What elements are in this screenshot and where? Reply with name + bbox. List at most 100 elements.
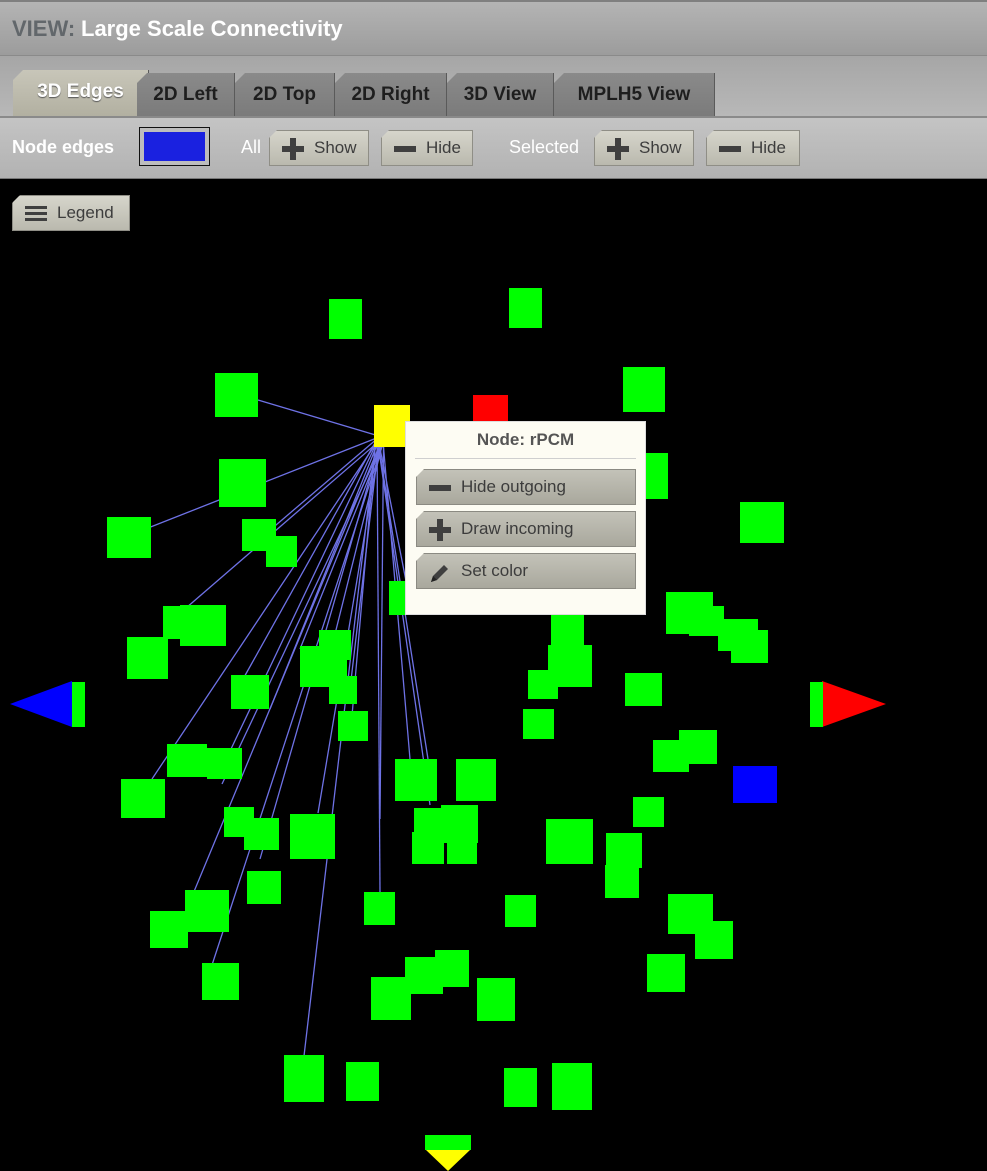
tab-2d-right[interactable]: 2D Right <box>335 73 447 116</box>
edge-toolbar: Node edges All Show Hide Selected Show H… <box>0 116 987 179</box>
brain-region-node[interactable] <box>284 1055 324 1102</box>
hide-all-label: Hide <box>426 131 461 165</box>
hide-outgoing-label: Hide outgoing <box>461 470 566 504</box>
node-context-popup: Node: rPCM Hide outgoing Draw incoming S… <box>405 421 646 615</box>
brain-region-node[interactable] <box>625 673 662 706</box>
brain-region-node[interactable] <box>646 453 668 499</box>
brain-region-node[interactable] <box>338 711 368 741</box>
brain-region-node[interactable] <box>244 818 279 850</box>
set-color-button[interactable]: Set color <box>416 553 636 589</box>
brain-region-node[interactable] <box>412 832 444 864</box>
popup-divider <box>415 458 636 459</box>
connection-edge <box>377 437 380 892</box>
popup-title: Node: rPCM <box>406 430 645 450</box>
brain-region-node[interactable] <box>695 921 733 959</box>
brain-region-node[interactable] <box>505 895 536 927</box>
brain-region-node[interactable] <box>679 730 717 764</box>
legend-button[interactable]: Legend <box>12 195 130 231</box>
left-axis-node <box>72 682 85 727</box>
brain-region-node[interactable] <box>504 1068 537 1107</box>
draw-incoming-label: Draw incoming <box>461 512 573 546</box>
minus-icon <box>394 139 416 159</box>
tab-2d-left[interactable]: 2D Left <box>137 73 235 116</box>
brain-region-node[interactable] <box>731 630 768 663</box>
right-axis-node <box>810 682 823 727</box>
bottom-axis-marker <box>426 1150 470 1171</box>
node-edges-color-picker[interactable] <box>139 127 210 166</box>
tab-bar: 3D Edges 2D Left 2D Top 2D Right 3D View… <box>0 56 987 116</box>
all-label: All <box>241 137 261 158</box>
brain-region-node[interactable] <box>231 675 269 709</box>
brain-region-node[interactable] <box>150 911 188 948</box>
tab-mplh5-view[interactable]: MPLH5 View <box>554 73 715 116</box>
brain-region-node[interactable] <box>528 670 558 699</box>
brain-region-node[interactable] <box>266 536 297 567</box>
color-swatch <box>144 132 205 161</box>
hamburger-icon <box>25 204 47 224</box>
set-color-label: Set color <box>461 554 528 588</box>
show-selected-button[interactable]: Show <box>594 130 694 166</box>
brain-region-node[interactable] <box>623 367 665 412</box>
brain-region-node[interactable] <box>605 865 639 898</box>
show-all-label: Show <box>314 131 357 165</box>
brain-region-node[interactable] <box>740 502 784 543</box>
brain-region-node[interactable] <box>546 819 593 864</box>
brain-region-node[interactable] <box>219 459 266 507</box>
brain-region-node[interactable] <box>371 977 411 1020</box>
minus-icon <box>429 478 451 498</box>
tab-3d-view[interactable]: 3D View <box>447 73 554 116</box>
brain-region-node[interactable] <box>456 759 496 801</box>
tab-3d-edges[interactable]: 3D Edges <box>13 70 149 116</box>
show-selected-label: Show <box>639 131 682 165</box>
brain-region-node[interactable] <box>329 299 362 339</box>
bottom-axis-node <box>425 1135 471 1150</box>
brain-region-node[interactable] <box>207 748 242 779</box>
draw-incoming-button[interactable]: Draw incoming <box>416 511 636 547</box>
node-edges-label: Node edges <box>12 137 114 158</box>
show-all-button[interactable]: Show <box>269 130 369 166</box>
hide-all-button[interactable]: Hide <box>381 130 473 166</box>
right-axis-marker <box>822 681 886 727</box>
brain-region-node[interactable] <box>107 517 151 558</box>
selected-label: Selected <box>509 137 579 158</box>
tab-2d-top[interactable]: 2D Top <box>235 73 335 116</box>
brain-region-node[interactable] <box>523 709 554 739</box>
brain-region-node[interactable] <box>633 797 664 827</box>
view-prefix: VIEW: <box>12 16 75 42</box>
brain-region-node[interactable] <box>185 890 229 932</box>
brain-region-node[interactable] <box>447 830 477 864</box>
pencil-icon <box>429 562 451 582</box>
brain-region-node[interactable] <box>290 814 335 859</box>
brain-region-node[interactable] <box>606 833 642 868</box>
connectivity-canvas[interactable]: Legend Node: rPCM Hide outgoing Draw inc… <box>0 179 987 1171</box>
brain-region-node[interactable] <box>477 978 515 1021</box>
hide-selected-label: Hide <box>751 131 786 165</box>
brain-region-node[interactable] <box>329 676 357 704</box>
brain-region-node[interactable] <box>509 288 542 328</box>
brain-region-node[interactable] <box>202 963 239 1000</box>
plus-icon <box>607 139 629 159</box>
brain-region-node[interactable] <box>215 373 258 417</box>
hide-outgoing-button[interactable]: Hide outgoing <box>416 469 636 505</box>
brain-region-node[interactable] <box>552 1063 592 1110</box>
brain-region-node[interactable] <box>167 744 207 777</box>
connection-edge <box>380 437 384 819</box>
brain-region-node[interactable] <box>127 637 168 679</box>
brain-region-node[interactable] <box>395 759 437 801</box>
minus-icon <box>719 139 741 159</box>
brain-region-node[interactable] <box>319 630 351 660</box>
brain-region-node[interactable] <box>435 950 469 987</box>
brain-region-node[interactable] <box>733 766 777 803</box>
brain-region-node[interactable] <box>647 954 685 992</box>
brain-region-node[interactable] <box>121 779 165 818</box>
title-bar: VIEW: Large Scale Connectivity <box>0 0 987 56</box>
brain-region-node[interactable] <box>364 892 395 925</box>
brain-region-node[interactable] <box>247 871 281 904</box>
brain-region-node[interactable] <box>346 1062 379 1101</box>
connection-edge <box>258 400 382 437</box>
plus-icon <box>282 139 304 159</box>
left-axis-marker <box>10 681 72 727</box>
legend-label: Legend <box>57 196 114 230</box>
brain-region-node[interactable] <box>180 605 226 646</box>
hide-selected-button[interactable]: Hide <box>706 130 800 166</box>
